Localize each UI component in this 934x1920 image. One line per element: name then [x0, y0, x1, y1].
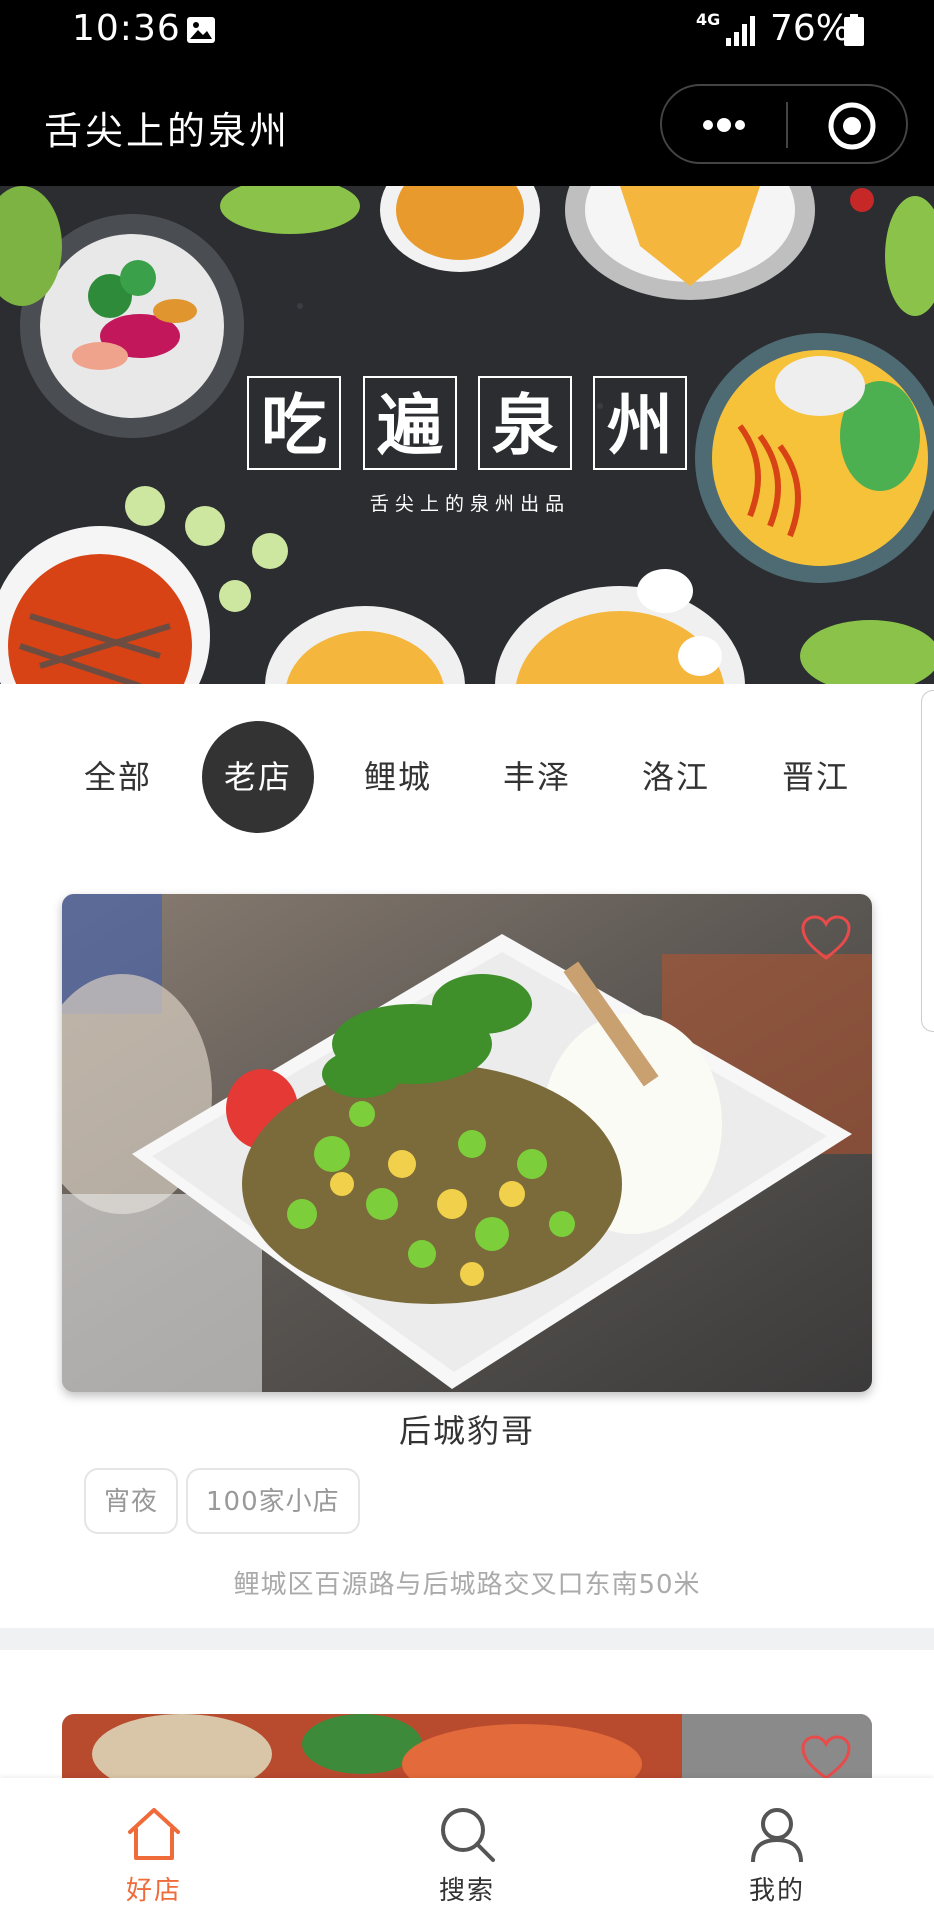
status-bar: 10:36 4G 76% — [0, 0, 934, 62]
battery-icon — [844, 14, 864, 46]
tab-licheng[interactable]: 鲤城 — [342, 721, 454, 833]
tabbar-profile-label: 我的 — [748, 1876, 805, 1906]
signal-icon — [726, 16, 755, 46]
banner-subtitle: 舌 尖 上 的 泉 州 出 品 — [370, 493, 564, 515]
close-miniprogram-icon[interactable] — [826, 100, 878, 152]
shop-tag: 100家小店 — [186, 1468, 360, 1534]
category-tabs: 全部 老店 鲤城 丰泽 洛江 晋江 — [0, 684, 934, 864]
banner-headline-char: 吃 — [261, 387, 327, 464]
banner[interactable]: 吃 遍 泉 州 舌 尖 上 的 泉 州 出 品 — [0, 186, 934, 684]
scrollbar[interactable] — [921, 690, 934, 1032]
favorite-heart-icon[interactable] — [800, 914, 852, 962]
more-icon[interactable] — [694, 108, 754, 142]
battery-percent: 76% — [770, 8, 851, 49]
banner-headline-char: 泉 — [492, 387, 558, 464]
tabbar-home[interactable]: 好店 — [54, 1778, 254, 1920]
home-icon — [128, 1808, 180, 1860]
banner-illustration: 吃 遍 泉 州 舌 尖 上 的 泉 州 出 品 — [0, 186, 934, 684]
banner-headline-char: 遍 — [377, 387, 443, 464]
food-photo — [62, 894, 872, 1392]
banner-headline-char: 州 — [607, 387, 673, 464]
card-divider — [0, 1628, 934, 1650]
shop-photo[interactable] — [62, 894, 872, 1392]
status-time: 10:36 — [72, 8, 181, 49]
tab-fengze[interactable]: 丰泽 — [481, 721, 593, 833]
shop-tag: 宵夜 — [84, 1468, 179, 1534]
shop-tags: 宵夜 100家小店 — [84, 1468, 368, 1538]
shop-address: 鲤城区百源路与后城路交叉口东南50米 — [233, 1570, 701, 1600]
bottom-tab-bar: 好店 搜索 我的 — [0, 1778, 934, 1920]
user-icon — [751, 1808, 803, 1863]
network-type: 4G — [696, 10, 721, 29]
search-icon — [441, 1808, 495, 1862]
tabbar-home-label: 好店 — [125, 1876, 182, 1906]
capsule-divider — [786, 102, 788, 148]
image-notification-icon — [187, 17, 215, 43]
mini-program-capsule — [660, 84, 908, 164]
tab-jinjiang[interactable]: 晋江 — [760, 721, 872, 833]
tabbar-search-label: 搜索 — [438, 1876, 495, 1906]
page-title: 舌尖上的泉州 — [44, 109, 291, 153]
tab-all[interactable]: 全部 — [62, 721, 174, 833]
tabbar-profile[interactable]: 我的 — [677, 1778, 877, 1920]
tab-luojiang[interactable]: 洛江 — [620, 721, 732, 833]
nav-bar: 舌尖上的泉州 — [0, 62, 934, 186]
favorite-heart-icon[interactable] — [800, 1734, 852, 1782]
tab-old-shops[interactable]: 老店 — [202, 721, 314, 833]
tabbar-search[interactable]: 搜索 — [367, 1778, 567, 1920]
shop-name[interactable]: 后城豹哥 — [62, 1406, 872, 1452]
